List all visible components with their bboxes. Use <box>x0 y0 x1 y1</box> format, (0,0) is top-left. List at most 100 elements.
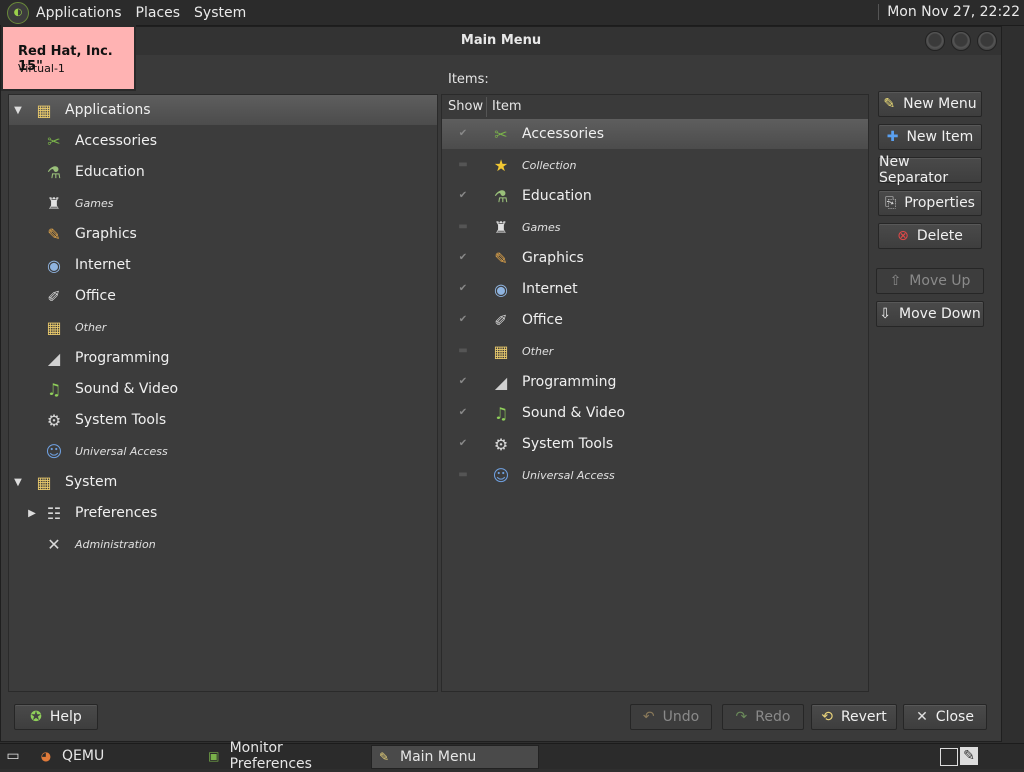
tree-item-applications[interactable]: ▼ ▦ Applications <box>9 95 437 125</box>
column-show[interactable]: Show <box>448 99 483 114</box>
graphics-icon: ✎ <box>494 248 508 268</box>
bottom-panel: ▭ ◕ QEMU ▣ Monitor Preferences ✎ Main Me… <box>0 740 1024 772</box>
star-icon: ★ <box>493 155 509 175</box>
item-row-internet[interactable]: ✔ ◉ Internet <box>442 274 578 304</box>
item-label: Collection <box>522 158 577 172</box>
expander-right-icon[interactable]: ▶ <box>27 508 37 519</box>
item-row-programming[interactable]: ✔ ◢ Programming <box>442 367 617 397</box>
item-row-other[interactable]: ▬ ▦ Other <box>442 336 553 366</box>
tree-item-graphics[interactable]: ✎ Graphics <box>9 219 137 249</box>
show-checkbox[interactable]: ✔ <box>457 408 469 418</box>
item-row-graphics[interactable]: ✔ ✎ Graphics <box>442 243 584 273</box>
item-label: System Tools <box>522 436 614 452</box>
undo-icon: ↶ <box>642 709 655 725</box>
panel-menu-places[interactable]: Places <box>129 5 188 21</box>
move-down-button[interactable]: ⇩ Move Down <box>876 301 984 327</box>
tree-label: Internet <box>75 257 131 273</box>
task-label: Main Menu <box>400 749 477 765</box>
tree-item-internet[interactable]: ◉ Internet <box>9 250 131 280</box>
tree-item-games[interactable]: ♜ Games <box>9 188 114 218</box>
workspace-1[interactable] <box>940 748 958 766</box>
item-row-system-tools[interactable]: ✔ ⚙ System Tools <box>442 429 613 459</box>
show-checkbox[interactable]: ✔ <box>457 253 469 263</box>
redo-button[interactable]: ↷ Redo <box>722 704 804 730</box>
tree-item-accessories[interactable]: ✂ Accessories <box>9 126 157 156</box>
task-main-menu[interactable]: ✎ Main Menu <box>371 745 539 769</box>
item-label: Accessories <box>522 126 605 142</box>
new-separator-button[interactable]: New Separator <box>878 154 982 186</box>
internet-icon: ◉ <box>494 279 508 299</box>
new-item-button[interactable]: ✚ New Item <box>878 124 982 150</box>
show-checkbox[interactable]: ✔ <box>457 439 469 449</box>
new-menu-button[interactable]: ✎ New Menu <box>878 91 982 117</box>
distro-logo-icon[interactable]: ◐ <box>7 1 29 24</box>
tree-item-system[interactable]: ▼ ▦ System <box>9 467 117 497</box>
menu-tree[interactable]: ▼ ▦ Applications ✂ Accessories ⚗ Educati… <box>8 94 438 692</box>
tree-label: System Tools <box>75 412 167 428</box>
show-checkbox[interactable]: ✔ <box>457 315 469 325</box>
accessories-icon: ✂ <box>47 131 61 151</box>
expander-down-icon[interactable]: ▼ <box>13 105 23 116</box>
revert-button[interactable]: ⟲ Revert <box>811 704 897 730</box>
column-item[interactable]: Item <box>492 99 522 114</box>
show-checkbox[interactable]: ✔ <box>457 284 469 294</box>
arrow-up-icon: ⇧ <box>889 273 902 289</box>
show-checkbox[interactable]: ✔ <box>457 191 469 201</box>
show-checkbox[interactable]: ▬ <box>457 222 469 232</box>
other-icon: ▦ <box>46 317 62 337</box>
tree-item-programming[interactable]: ◢ Programming <box>9 343 170 373</box>
graphics-icon: ✎ <box>47 224 61 244</box>
workspace-2[interactable]: ✎ <box>960 747 978 765</box>
monitor-icon: ▣ <box>208 749 220 763</box>
item-label: Universal Access <box>522 468 615 482</box>
task-monitor-preferences[interactable]: ▣ Monitor Preferences <box>206 740 366 772</box>
education-icon: ⚗ <box>46 162 62 182</box>
item-row-accessories[interactable]: ✔ ✂ Accessories <box>442 119 868 149</box>
panel-clock[interactable]: Mon Nov 27, 22:22 <box>878 4 1020 20</box>
item-row-universal-access[interactable]: ▬ ☺ Universal Access <box>442 460 615 490</box>
show-checkbox[interactable]: ✔ <box>457 129 469 139</box>
tree-item-system-tools[interactable]: ⚙ System Tools <box>9 405 166 435</box>
panel-menu-applications[interactable]: Applications <box>29 5 129 21</box>
panel-menu-system[interactable]: System <box>187 5 253 21</box>
item-label: Graphics <box>522 250 584 266</box>
show-checkbox[interactable]: ▬ <box>457 346 469 356</box>
show-desktop-icon[interactable]: ▭ <box>2 745 24 767</box>
tree-item-preferences[interactable]: ▶ ☷ Preferences <box>9 498 157 528</box>
minimize-button[interactable] <box>925 31 945 51</box>
expander-down-icon[interactable]: ▼ <box>13 477 23 488</box>
button-label: New Item <box>906 129 974 145</box>
items-list[interactable]: Show Item ✔ ✂ Accessories ▬ ★ Collection… <box>441 94 869 692</box>
tree-item-administration[interactable]: ✕ Administration <box>9 529 155 559</box>
delete-button[interactable]: ⊗ Delete <box>878 223 982 249</box>
item-row-collection[interactable]: ▬ ★ Collection <box>442 150 576 180</box>
tree-item-office[interactable]: ✐ Office <box>9 281 116 311</box>
tree-item-sound-video[interactable]: ♫ Sound & Video <box>9 374 178 404</box>
button-label: Move Down <box>899 306 981 322</box>
item-label: Sound & Video <box>522 405 626 421</box>
undo-button[interactable]: ↶ Undo <box>630 704 712 730</box>
show-checkbox[interactable]: ▬ <box>457 160 469 170</box>
other-icon: ▦ <box>493 341 509 361</box>
tree-item-other[interactable]: ▦ Other <box>9 312 106 342</box>
task-qemu[interactable]: ◕ QEMU <box>38 745 198 767</box>
show-checkbox[interactable]: ▬ <box>457 470 469 480</box>
tree-item-universal-access[interactable]: ☺ Universal Access <box>9 436 168 466</box>
item-row-sound-video[interactable]: ✔ ♫ Sound & Video <box>442 398 625 428</box>
show-checkbox[interactable]: ✔ <box>457 377 469 387</box>
tree-label: System <box>65 474 118 490</box>
close-button[interactable]: ✕ Close <box>903 704 987 730</box>
item-row-games[interactable]: ▬ ♜ Games <box>442 212 560 242</box>
move-up-button[interactable]: ⇧ Move Up <box>876 268 984 294</box>
window-titlebar[interactable]: Main Menu <box>1 27 1001 55</box>
close-window-button[interactable] <box>977 31 997 51</box>
system-tools-icon: ⚙ <box>46 410 62 430</box>
item-row-education[interactable]: ✔ ⚗ Education <box>442 181 592 211</box>
properties-button[interactable]: ⎘ Properties <box>878 190 982 216</box>
maximize-button[interactable] <box>951 31 971 51</box>
item-label: Programming <box>522 374 617 390</box>
help-button[interactable]: ✪ Help <box>14 704 98 730</box>
tree-label: Universal Access <box>75 444 168 458</box>
tree-item-education[interactable]: ⚗ Education <box>9 157 145 187</box>
item-row-office[interactable]: ✔ ✐ Office <box>442 305 563 335</box>
